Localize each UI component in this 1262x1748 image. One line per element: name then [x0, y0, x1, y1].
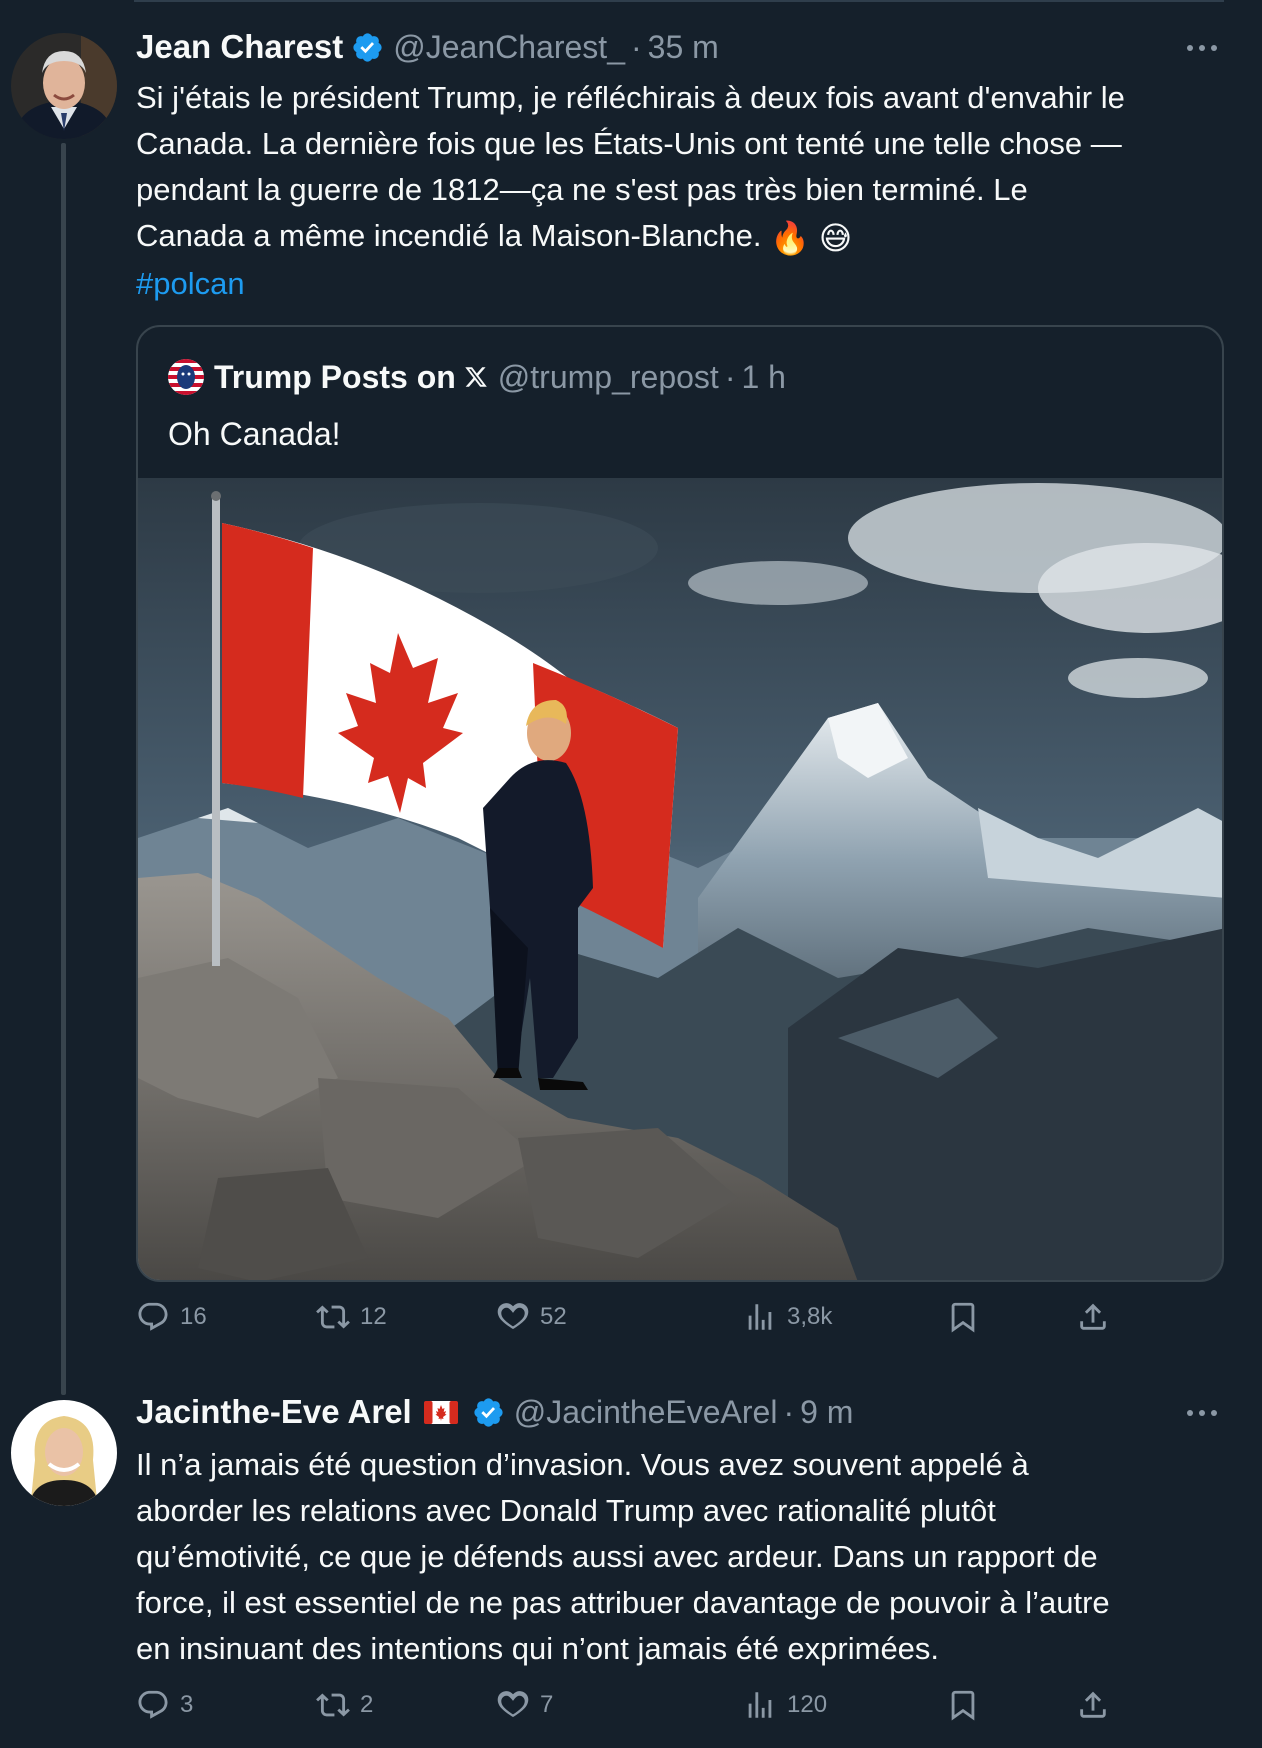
like-count: 7 — [540, 1691, 554, 1718]
quote-text: Oh Canada! — [168, 416, 341, 452]
reply-count: 3 — [180, 1691, 194, 1718]
like-count: 52 — [540, 1303, 567, 1330]
like-button[interactable]: 52 — [496, 1300, 567, 1334]
retweet-count: 12 — [360, 1303, 387, 1330]
share-icon — [1080, 1691, 1106, 1718]
text-line: Il n’a jamais été question d’invasion. V… — [136, 1447, 1029, 1482]
views-icon — [748, 1304, 772, 1330]
tweet-header: Jean Charest @JeanCharest_ · 35 m — [136, 27, 719, 67]
separator: · — [783, 1393, 795, 1430]
separator: · — [724, 358, 736, 395]
quote-image[interactable] — [138, 478, 1224, 1282]
avatar[interactable] — [11, 33, 117, 139]
text-line-content: Canada a même incendié la Maison-Blanche… — [136, 218, 762, 253]
bookmark-icon — [951, 1690, 975, 1721]
timestamp[interactable]: 35 m — [648, 29, 719, 66]
author-name[interactable]: Jacinthe-Eve Arel — [136, 1393, 412, 1431]
views-count: 120 — [787, 1691, 828, 1718]
author-name[interactable]: Jean Charest — [136, 28, 343, 66]
verified-badge-icon — [474, 1397, 503, 1427]
hashtag-link[interactable]: #polcan — [136, 261, 1231, 307]
timestamp[interactable]: 9 m — [800, 1394, 853, 1431]
tweet-actions: 16 12 52 3,8k — [136, 1300, 1136, 1340]
text-line: force, il est essentiel de ne pas attrib… — [136, 1585, 1110, 1620]
views-button[interactable]: 120 — [743, 1688, 827, 1722]
share-icon — [1080, 1303, 1106, 1330]
quote-header: Trump Posts on @trump_repost · 1 h — [168, 357, 786, 397]
like-button[interactable]: 7 — [496, 1688, 553, 1722]
more-options-icon[interactable] — [1187, 43, 1217, 53]
views-icon — [748, 1692, 772, 1718]
separator: · — [630, 28, 642, 65]
thread-line — [61, 143, 66, 1395]
tweet-text: Si j'étais le président Trump, je réfléc… — [136, 75, 1231, 307]
bookmark-button[interactable] — [946, 1300, 980, 1334]
quote-author-name[interactable]: Trump Posts on — [214, 359, 456, 396]
quote-avatar[interactable] — [168, 359, 204, 395]
heart-icon — [497, 1303, 529, 1330]
avatar[interactable] — [11, 1400, 117, 1506]
retweet-button[interactable]: 12 — [316, 1300, 387, 1334]
retweet-count: 2 — [360, 1691, 374, 1718]
x-logo-icon — [465, 367, 487, 387]
text-line: Canada a même incendié la Maison-Blanche… — [136, 213, 1231, 261]
author-handle[interactable]: @JeanCharest_ — [393, 29, 625, 66]
bookmark-button[interactable] — [946, 1688, 980, 1722]
tweet-text: Il n’a jamais été question d’invasion. V… — [136, 1442, 1231, 1672]
tweet-jean-charest[interactable]: Jean Charest @JeanCharest_ · 35 m Si j'é… — [0, 0, 1262, 1395]
views-button[interactable]: 3,8k — [743, 1300, 832, 1334]
emoji-fire-sweat: 🔥 😅 — [770, 220, 853, 256]
canada-flag-icon — [423, 1400, 458, 1424]
text-line: Canada. La dernière fois que les États-U… — [136, 126, 1122, 161]
tweet-actions: 3 2 7 120 — [136, 1688, 1136, 1728]
retweet-icon — [316, 1693, 350, 1717]
share-button[interactable] — [1076, 1300, 1110, 1334]
retweet-button[interactable]: 2 — [316, 1688, 373, 1722]
timeline: Jean Charest @JeanCharest_ · 35 m Si j'é… — [0, 0, 1262, 1748]
text-line: aborder les relations avec Donald Trump … — [136, 1493, 996, 1528]
reply-button[interactable]: 16 — [136, 1300, 207, 1334]
quote-author-handle[interactable]: @trump_repost — [498, 359, 719, 396]
verified-badge-icon — [353, 32, 382, 62]
more-options-icon[interactable] — [1187, 1408, 1217, 1418]
retweet-icon — [316, 1305, 350, 1329]
reply-icon — [138, 1690, 168, 1719]
text-line: en insinuant des intentions qui n’ont ja… — [136, 1631, 940, 1666]
text-line: pendant la guerre de 1812—ça ne s'est pa… — [136, 172, 1028, 207]
reply-button[interactable]: 3 — [136, 1688, 193, 1722]
text-line: Si j'étais le président Trump, je réfléc… — [136, 80, 1125, 115]
reply-count: 16 — [180, 1303, 207, 1330]
tweet-jacinthe-eve-arel[interactable]: Jacinthe-Eve Arel @JacintheEveArel · 9 m… — [0, 1370, 1262, 1748]
quote-timestamp[interactable]: 1 h — [741, 359, 785, 396]
views-count: 3,8k — [787, 1303, 833, 1330]
text-line: qu’émotivité, ce que je défends aussi av… — [136, 1539, 1098, 1574]
tweet-header: Jacinthe-Eve Arel @JacintheEveArel · 9 m — [136, 1392, 853, 1432]
reply-icon — [138, 1302, 168, 1331]
quoted-tweet[interactable]: Trump Posts on @trump_repost · 1 h Oh Ca… — [136, 325, 1224, 1282]
heart-icon — [497, 1691, 529, 1718]
author-handle[interactable]: @JacintheEveArel — [514, 1394, 778, 1431]
bookmark-icon — [951, 1302, 975, 1333]
share-button[interactable] — [1076, 1688, 1110, 1722]
